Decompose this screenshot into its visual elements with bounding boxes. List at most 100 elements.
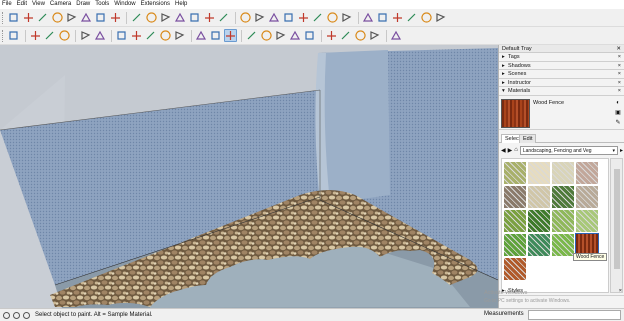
details-icon[interactable]: ▸ <box>620 147 623 154</box>
xray-button[interactable] <box>253 11 266 24</box>
right-view-button[interactable] <box>188 11 201 24</box>
material-swatch[interactable] <box>504 186 526 208</box>
rotate-button[interactable] <box>130 29 143 42</box>
toolbar-grip[interactable] <box>2 11 4 24</box>
line-button[interactable] <box>43 29 56 42</box>
material-name[interactable]: Wood Fence <box>533 100 564 106</box>
menu-camera[interactable]: Camera <box>50 0 71 9</box>
dimension-button[interactable] <box>376 11 389 24</box>
pan-button[interactable] <box>260 29 273 42</box>
zoom-button[interactable] <box>274 29 287 42</box>
close-icon[interactable]: × <box>618 62 621 70</box>
credits-icon[interactable] <box>13 311 20 319</box>
tray-section-shadows[interactable]: ▸ Shadows × <box>499 62 624 70</box>
display-section-button[interactable] <box>390 29 403 42</box>
left-view-button[interactable] <box>217 11 230 24</box>
menu-view[interactable]: View <box>32 0 45 9</box>
tray-section-materials[interactable]: ▾ Materials × <box>499 87 624 96</box>
close-icon[interactable]: × <box>618 87 621 95</box>
text-button[interactable] <box>209 29 222 42</box>
follow-me-button[interactable] <box>173 29 186 42</box>
menu-file[interactable]: File <box>2 0 12 9</box>
sample-paint-icon[interactable]: ✎ <box>614 119 622 127</box>
top-view-button[interactable] <box>159 11 172 24</box>
menu-window[interactable]: Window <box>114 0 135 9</box>
shaded-button[interactable] <box>311 11 324 24</box>
axes-button[interactable] <box>420 11 433 24</box>
material-swatch[interactable] <box>528 162 550 184</box>
tray-section-tags[interactable]: ▸ Tags × <box>499 53 624 62</box>
create-material-icon[interactable]: ▣ <box>614 109 622 117</box>
menu-extensions[interactable]: Extensions <box>141 0 170 9</box>
select-button[interactable] <box>7 29 20 42</box>
close-icon[interactable]: × <box>618 70 621 78</box>
material-swatch[interactable] <box>576 186 598 208</box>
iso-view-button[interactable] <box>145 11 158 24</box>
forward-arrow-icon[interactable]: ▶ <box>508 147 513 154</box>
tab-edit[interactable]: Edit <box>519 134 537 143</box>
display-secondary-icon[interactable]: ◐ <box>614 99 622 107</box>
print-button[interactable] <box>51 11 64 24</box>
monochrome-button[interactable] <box>340 11 353 24</box>
material-swatch[interactable] <box>504 234 526 256</box>
tape-measure-button[interactable] <box>362 11 375 24</box>
eraser-button[interactable] <box>29 29 42 42</box>
push-pull-button[interactable] <box>94 29 107 42</box>
material-swatch[interactable] <box>552 162 574 184</box>
material-swatch[interactable] <box>504 258 526 280</box>
menu-edit[interactable]: Edit <box>17 0 27 9</box>
close-icon[interactable]: × <box>619 287 622 295</box>
close-icon[interactable]: × <box>618 53 621 61</box>
material-swatch[interactable] <box>528 186 550 208</box>
hidden-line-button[interactable] <box>297 11 310 24</box>
scale-button[interactable] <box>144 29 157 42</box>
back-edges-button[interactable] <box>268 11 281 24</box>
shaded-textures-button[interactable] <box>326 11 339 24</box>
material-swatch[interactable] <box>528 210 550 232</box>
import-button[interactable] <box>80 11 93 24</box>
menu-help[interactable]: Help <box>175 0 187 9</box>
menu-draw[interactable]: Draw <box>76 0 90 9</box>
toolbar-grip[interactable] <box>2 29 4 42</box>
pin-icon[interactable]: ✕ <box>616 45 621 52</box>
model-viewport[interactable] <box>0 45 498 308</box>
library-select[interactable]: Landscaping, Fencing and Veg ▾ <box>519 145 618 155</box>
arc-button[interactable] <box>58 29 71 42</box>
front-view-button[interactable] <box>174 11 187 24</box>
home-icon[interactable]: ⌂ <box>514 147 518 153</box>
export-button[interactable] <box>94 11 107 24</box>
back-view-button[interactable] <box>203 11 216 24</box>
zoom-extents-button[interactable] <box>303 29 316 42</box>
zoom-window-button[interactable] <box>289 29 302 42</box>
sandbox-stamp-button[interactable] <box>339 29 352 42</box>
material-swatch[interactable] <box>552 234 574 256</box>
new-file-button[interactable] <box>7 11 20 24</box>
material-preview[interactable] <box>501 98 530 128</box>
bottom-view-button[interactable] <box>239 11 252 24</box>
material-swatch[interactable] <box>576 210 598 232</box>
shapes-button[interactable] <box>79 29 92 42</box>
material-swatch[interactable] <box>552 210 574 232</box>
material-swatch[interactable] <box>528 234 550 256</box>
user-icon[interactable] <box>23 311 30 319</box>
tray-section-scenes[interactable]: ▸ Scenes × <box>499 70 624 79</box>
extension-warehouse-button[interactable] <box>130 11 143 24</box>
sandbox-flip-button[interactable] <box>368 29 381 42</box>
paint-bucket-button[interactable] <box>223 29 237 42</box>
3d-text-button[interactable] <box>434 11 447 24</box>
offset-button[interactable] <box>159 29 172 42</box>
close-icon[interactable]: × <box>618 79 621 87</box>
text-button[interactable] <box>405 11 418 24</box>
warehouse-button[interactable] <box>109 11 122 24</box>
swatch-scrollbar[interactable] <box>610 158 623 293</box>
model-info-button[interactable] <box>65 11 78 24</box>
protractor-button[interactable] <box>391 11 404 24</box>
material-swatch[interactable] <box>552 186 574 208</box>
tape-button[interactable] <box>195 29 208 42</box>
tray-section-instructor[interactable]: ▸ Instructor × <box>499 79 624 87</box>
orbit-button[interactable] <box>245 29 258 42</box>
wireframe-button[interactable] <box>282 11 295 24</box>
measurements-input[interactable] <box>528 310 621 320</box>
menu-tools[interactable]: Tools <box>95 0 109 9</box>
open-button[interactable] <box>22 11 35 24</box>
